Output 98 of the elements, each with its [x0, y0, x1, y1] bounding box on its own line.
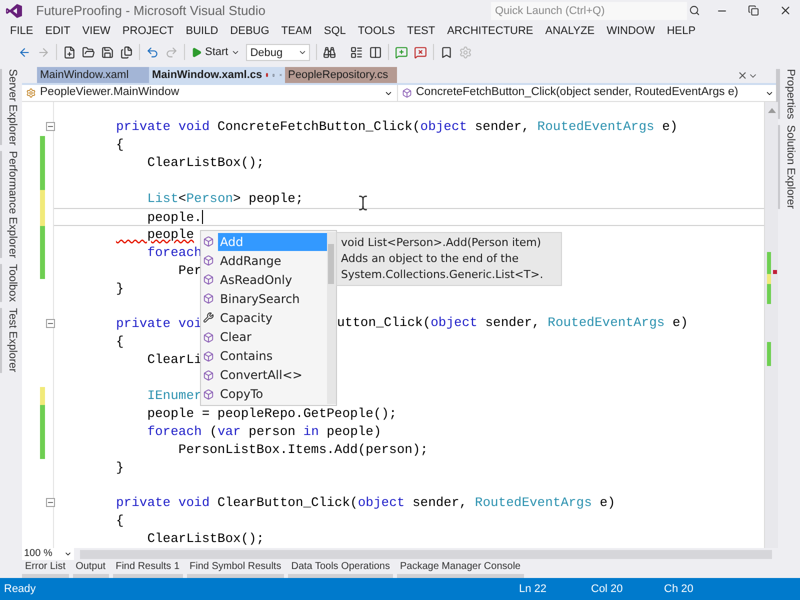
- code-line: people.: [146, 210, 202, 226]
- list-icon[interactable]: [350, 46, 364, 58]
- side-panel-tab[interactable]: Solution Explorer: [776, 125, 800, 209]
- comment-icon[interactable]: [395, 46, 408, 58]
- type-dropdown[interactable]: PeopleViewer.MainWindow: [40, 84, 380, 102]
- code-line: people = peopleRepo.GetPeople();: [146, 406, 397, 422]
- menu-item[interactable]: FILE: [4, 22, 40, 40]
- code-line: {: [116, 334, 124, 350]
- menu-item[interactable]: VIEW: [76, 22, 116, 40]
- code-line: PersonListBox.Items.Add(person);: [177, 442, 428, 458]
- cube-icon: [203, 274, 214, 286]
- configuration-dropdown[interactable]: Debug: [246, 44, 298, 60]
- cube-icon: [203, 388, 214, 400]
- logo-icon: [6, 4, 22, 18]
- bookmark-icon[interactable]: [440, 46, 454, 58]
- new-file-icon[interactable]: [63, 46, 76, 58]
- menu-item[interactable]: HELP: [660, 22, 702, 40]
- text-caret: [202, 210, 203, 224]
- code-line: {: [116, 513, 124, 529]
- save-all-icon[interactable]: [120, 46, 133, 58]
- tooltip-signature: void List<Person>.Add(Person item): [341, 235, 542, 251]
- line-number: Ln 22: [519, 582, 548, 597]
- collapse-toggle[interactable]: [46, 498, 55, 508]
- back-icon[interactable]: [18, 46, 31, 58]
- uncomment-icon[interactable]: [414, 46, 428, 58]
- code-line: {: [116, 137, 124, 153]
- columns-icon[interactable]: [369, 46, 382, 58]
- menu-item[interactable]: ARCHITECTURE: [441, 22, 540, 40]
- wrench-icon: [203, 312, 214, 324]
- cube-icon: [203, 350, 214, 362]
- menu-item[interactable]: PROJECT: [116, 22, 180, 40]
- code-line: utton_Click(object sender, RoutedEventArgs e): [337, 315, 688, 331]
- completion-item[interactable]: AsReadOnly: [218, 270, 327, 289]
- code-line: people: [146, 226, 194, 242]
- restore-icon[interactable]: [748, 5, 759, 16]
- binoculars-icon[interactable]: [323, 46, 336, 58]
- column-number: Col 20: [591, 582, 624, 597]
- completion-item[interactable]: CopyTo: [218, 385, 327, 404]
- completion-item[interactable]: AddRange: [218, 252, 327, 270]
- cube-icon: [203, 255, 214, 266]
- completion-item[interactable]: Clear: [218, 328, 327, 346]
- window-title: FutureProofing - Microsoft Visual Studio: [36, 2, 266, 20]
- document-tab[interactable]: MainWindow.xaml: [37, 67, 149, 83]
- cube-icon: [203, 370, 214, 381]
- side-panel-tab[interactable]: Properties: [776, 69, 800, 120]
- play-icon[interactable]: [191, 46, 202, 58]
- search-icon[interactable]: [689, 5, 700, 16]
- code-line: foreach (var person in people): [146, 424, 382, 440]
- code-line: IEnumer: [146, 388, 202, 404]
- code-line: ClearLi: [146, 352, 202, 368]
- completion-item[interactable]: BinarySearch: [218, 290, 327, 308]
- cube-icon: [402, 88, 412, 98]
- code-line: private void ClearButton_Click(object sender, RoutedEventArgs e): [116, 495, 616, 511]
- menu-item[interactable]: BUILD: [180, 22, 224, 40]
- code-line: foreach: [146, 244, 202, 260]
- collapse-toggle[interactable]: [46, 122, 55, 131]
- menu-item[interactable]: TEAM: [275, 22, 318, 40]
- collapse-toggle[interactable]: [46, 319, 55, 328]
- status-text: Ready: [3, 582, 37, 597]
- horizontal-scrollbar[interactable]: [80, 550, 772, 558]
- code-line: ClearListBox();: [146, 155, 264, 171]
- code-line: }: [116, 460, 124, 476]
- scrollbar[interactable]: [327, 232, 336, 404]
- code-line: private voi: [116, 316, 202, 332]
- menu-item[interactable]: EDIT: [39, 22, 76, 40]
- code-line: ClearListBox();: [146, 531, 264, 547]
- member-dropdown[interactable]: ConcreteFetchButton_Click(object sender, RoutedEventArgs e): [416, 84, 761, 102]
- zoom-dropdown[interactable]: 100 %: [22, 548, 64, 560]
- save-icon[interactable]: [101, 46, 114, 58]
- menu-item[interactable]: TOOLS: [352, 22, 401, 40]
- completion-item[interactable]: ConvertAll<>: [218, 366, 327, 384]
- gear-icon: [26, 88, 36, 98]
- code-line: }: [116, 280, 124, 296]
- close-icon[interactable]: [737, 70, 748, 81]
- caret-icon[interactable]: [64, 550, 72, 558]
- code-line: List<Person> people;: [146, 190, 304, 206]
- close-icon[interactable]: [779, 4, 792, 17]
- folder-icon[interactable]: [82, 46, 95, 58]
- menu-item[interactable]: DEBUG: [224, 22, 276, 40]
- vertical-scrollbar[interactable]: [764, 102, 778, 548]
- document-tab[interactable]: PeopleRepository.cs: [285, 67, 397, 83]
- menu-item[interactable]: ANALYZE: [539, 22, 601, 40]
- cube-icon: [203, 293, 214, 304]
- code-line: private void ConcreteFetchButton_Click(object sender, RoutedEventArgs e): [116, 119, 678, 135]
- character-number: Ch 20: [664, 582, 694, 597]
- completion-item[interactable]: Capacity: [218, 308, 327, 327]
- code-line: Per: [177, 262, 202, 278]
- quick-launch-field[interactable]: Quick Launch (Ctrl+Q): [491, 2, 687, 20]
- menu-item[interactable]: SQL: [318, 22, 352, 40]
- completion-item[interactable]: Contains: [218, 347, 327, 366]
- menu-item[interactable]: WINDOW: [600, 22, 661, 40]
- cube-icon: [203, 236, 214, 248]
- document-tab[interactable]: MainWindow.xaml.cs: [149, 67, 285, 83]
- cube-icon: [203, 332, 214, 343]
- menu-item[interactable]: TEST: [400, 22, 442, 40]
- undo-icon[interactable]: [146, 46, 159, 58]
- tooltip-description: Adds an object to the end of the System.Collections.Generic.List<T>.: [341, 251, 541, 283]
- start-button[interactable]: Start: [205, 44, 228, 60]
